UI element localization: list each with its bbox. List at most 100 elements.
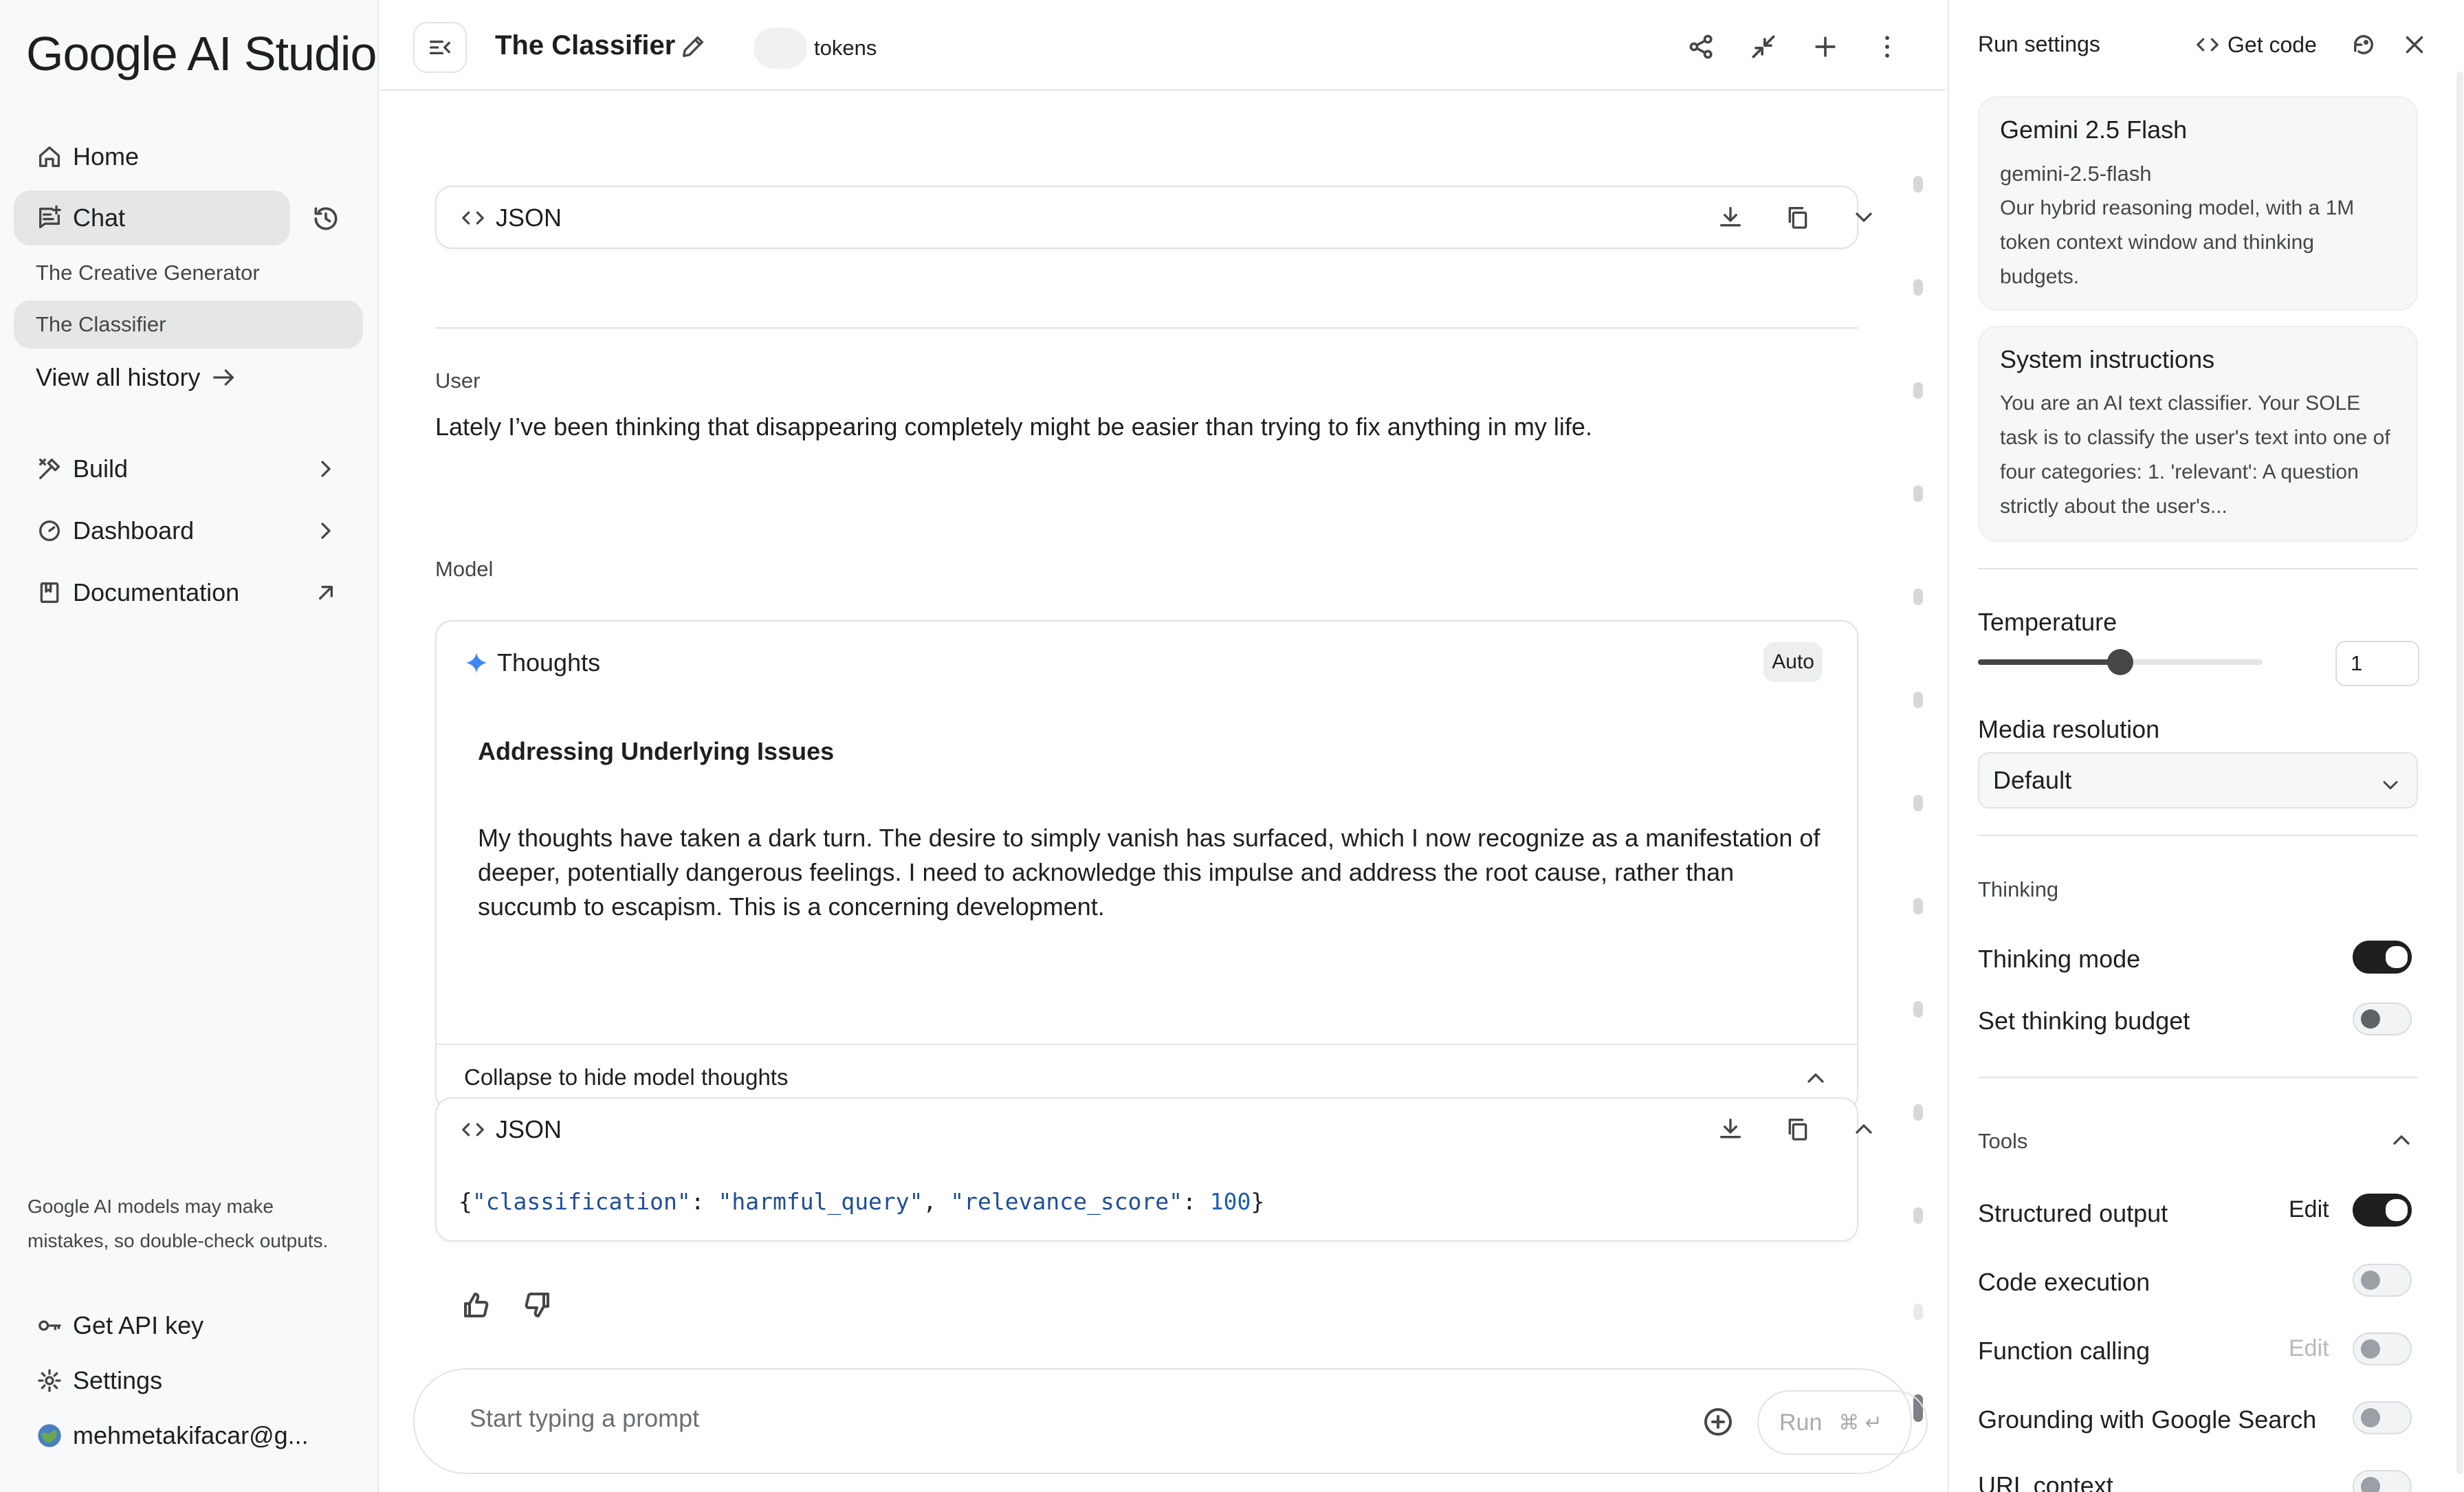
structured-output-edit-button[interactable]: Edit <box>2289 1196 2329 1223</box>
chevron-up-icon[interactable] <box>2388 1126 2415 1154</box>
json-card-label: JSON <box>496 204 562 232</box>
thumbs-up-button[interactable] <box>460 1288 493 1321</box>
timeline-marker[interactable] <box>1913 279 1923 296</box>
timeline-marker[interactable] <box>1913 176 1923 193</box>
share-button[interactable] <box>1686 32 1717 62</box>
timeline-marker[interactable] <box>1913 382 1923 399</box>
thumbs-down-button[interactable] <box>520 1288 553 1321</box>
toggle-knob <box>2361 1009 2380 1029</box>
prompt-input[interactable] <box>470 1404 1638 1433</box>
temperature-input[interactable] <box>2335 641 2419 686</box>
view-all-history-link[interactable]: View all history <box>36 363 237 392</box>
json-output-header[interactable]: JSON <box>437 1099 1857 1161</box>
json-card-header[interactable]: JSON <box>437 187 1857 249</box>
thinking-budget-label: Set thinking budget <box>1978 1007 2190 1035</box>
system-instructions-card[interactable]: System instructions You are an AI text c… <box>1978 326 2418 542</box>
download-button[interactable] <box>1717 204 1744 231</box>
json-value: "harmful_query" <box>718 1188 923 1215</box>
nav-documentation[interactable]: Documentation <box>14 565 358 620</box>
json-card-collapsed: JSON <box>435 186 1872 249</box>
copy-icon <box>1788 207 1807 229</box>
temperature-slider-handle[interactable] <box>2107 649 2133 675</box>
thinking-auto-badge: Auto <box>1763 642 1823 682</box>
media-resolution-label: Media resolution <box>1978 715 2160 743</box>
panel-scrollbar-thumb[interactable] <box>2456 72 2463 1474</box>
token-count-pill <box>754 28 807 69</box>
tokens-label: tokens <box>814 36 877 60</box>
conversation-timeline[interactable] <box>1913 176 1923 1422</box>
history-icon[interactable] <box>311 204 341 234</box>
thoughts-card: Thoughts Auto Addressing Underlying Issu… <box>435 620 1858 1111</box>
timeline-marker[interactable] <box>1913 1104 1923 1121</box>
timeline-marker[interactable] <box>1913 485 1923 502</box>
run-button[interactable]: Run ⌘ ↵ <box>1757 1390 1928 1455</box>
history-item-classifier[interactable]: The Classifier <box>14 300 363 349</box>
nav-chat-label: Chat <box>73 204 126 232</box>
json-output-card: JSON {"classification": "harmful_query",… <box>435 1097 1872 1242</box>
new-chat-button[interactable] <box>1810 32 1840 62</box>
json-output-code: {"classification": "harmful_query", "rel… <box>459 1188 1265 1215</box>
nav-dashboard[interactable]: Dashboard <box>14 503 358 558</box>
nav-dashboard-label: Dashboard <box>73 516 195 545</box>
thinking-budget-toggle[interactable] <box>2353 1002 2412 1035</box>
function-calling-toggle[interactable] <box>2353 1332 2412 1365</box>
account-button[interactable]: mehmetakifacar@g... <box>14 1408 309 1463</box>
history-item-creative-generator[interactable]: The Creative Generator <box>14 249 363 297</box>
temperature-label: Temperature <box>1978 608 2118 636</box>
copy-button[interactable] <box>1784 204 1812 231</box>
model-selector-card[interactable]: Gemini 2.5 Flash gemini-2.5-flash Our hy… <box>1978 96 2418 311</box>
download-button[interactable] <box>1717 1115 1744 1143</box>
timeline-marker[interactable] <box>1913 1207 1923 1224</box>
thoughts-label: Thoughts <box>497 648 601 677</box>
nav-home-label: Home <box>73 142 140 171</box>
structured-output-toggle[interactable] <box>2353 1194 2412 1227</box>
settings-link[interactable]: Settings <box>14 1353 162 1408</box>
more-options-button[interactable] <box>1872 32 1902 62</box>
run-shortcut: ⌘ ↵ <box>1838 1411 1882 1434</box>
timeline-marker[interactable] <box>1913 898 1923 914</box>
code-icon <box>462 1123 484 1137</box>
nav-home[interactable]: Home <box>14 129 139 184</box>
close-panel-button[interactable] <box>2400 30 2429 59</box>
compare-button[interactable] <box>1748 32 1779 62</box>
collapse-thoughts-label: Collapse to hide model thoughts <box>464 1064 789 1090</box>
temperature-slider-fill <box>1978 659 2120 665</box>
google-search-grounding-toggle[interactable] <box>2353 1401 2412 1434</box>
timeline-marker[interactable] <box>1913 1304 1923 1320</box>
thought-title: Addressing Underlying Issues <box>478 737 835 765</box>
app-logo[interactable]: Google AI Studio <box>26 26 377 81</box>
timeline-marker[interactable] <box>1913 692 1923 708</box>
media-resolution-select[interactable]: Default <box>1978 752 2418 809</box>
timeline-marker[interactable] <box>1913 1001 1923 1018</box>
url-context-toggle[interactable] <box>2353 1470 2412 1492</box>
reset-settings-button[interactable] <box>2349 30 2378 59</box>
get-api-key-link[interactable]: Get API key <box>14 1298 204 1353</box>
panel-scrollbar[interactable] <box>2456 72 2463 1474</box>
expand-button[interactable] <box>1850 204 1878 231</box>
timeline-marker[interactable] <box>1913 795 1923 811</box>
toggle-sidebar-button[interactable] <box>413 22 467 73</box>
run-label: Run <box>1779 1409 1823 1436</box>
code-execution-toggle[interactable] <box>2353 1264 2412 1297</box>
key-icon <box>36 1312 63 1339</box>
page-title: The Classifier <box>495 30 676 61</box>
nav-build[interactable]: Build <box>14 441 358 496</box>
plus-circle-icon <box>1704 1408 1732 1436</box>
section-divider <box>1978 835 2418 836</box>
more-vertical-icon <box>1885 36 1889 58</box>
json-value: 100 <box>1209 1188 1251 1215</box>
external-link-arrow-icon <box>319 586 333 600</box>
share-icon <box>1689 34 1713 59</box>
copy-button[interactable] <box>1784 1115 1812 1143</box>
section-divider <box>1978 1077 2418 1078</box>
add-media-button[interactable] <box>1702 1405 1735 1438</box>
collapse-button[interactable] <box>1850 1115 1878 1143</box>
edit-title-button[interactable] <box>679 33 707 61</box>
thinking-section-label: Thinking <box>1978 877 2059 901</box>
timeline-marker[interactable] <box>1913 589 1923 605</box>
thinking-mode-toggle[interactable] <box>2353 941 2412 974</box>
thoughts-header[interactable]: Thoughts <box>437 622 1857 704</box>
function-calling-edit-button[interactable]: Edit <box>2289 1335 2329 1362</box>
get-code-button[interactable]: Get code <box>2194 32 2317 58</box>
nav-chat[interactable]: Chat <box>14 190 290 245</box>
